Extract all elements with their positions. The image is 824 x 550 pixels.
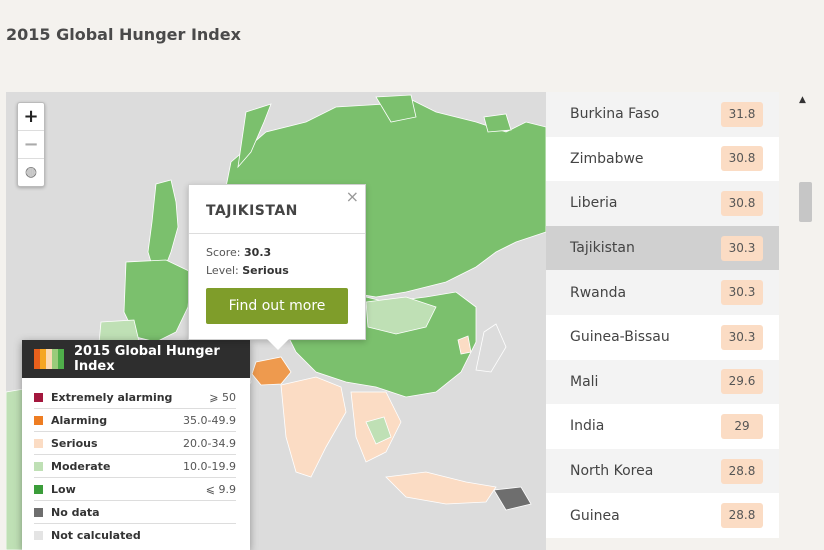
legend-item: Alarming 35.0-49.9 xyxy=(34,409,236,432)
page-title: 2015 Global Hunger Index xyxy=(6,25,241,44)
country-name: Burkina Faso xyxy=(570,106,660,123)
country-list-item[interactable]: Mali 29.6 xyxy=(546,359,779,405)
country-name: Zimbabwe xyxy=(570,150,644,167)
zoom-out-button[interactable]: − xyxy=(18,131,44,159)
score-badge: 30.8 xyxy=(721,146,763,172)
popup-country-name: TAJIKISTAN xyxy=(189,185,365,234)
score-badge: 28.8 xyxy=(721,503,763,529)
legend-item: Not calculated xyxy=(34,524,236,546)
legend-item: Extremely alarming ⩾ 50 xyxy=(34,386,236,409)
score-badge: 29.6 xyxy=(721,369,763,395)
legend-swatch xyxy=(34,507,43,517)
score-badge: 29 xyxy=(721,413,763,439)
country-name: Guinea-Bissau xyxy=(570,329,670,346)
popup-score-label: Score: xyxy=(206,246,241,259)
legend-item: Serious 20.0-34.9 xyxy=(34,432,236,455)
country-name: Liberia xyxy=(570,195,618,212)
popup-level-value: Serious xyxy=(242,264,289,277)
legend-range: ⩽ 9.9 xyxy=(205,482,236,496)
legend-label: Extremely alarming xyxy=(51,390,173,404)
score-badge: 30.3 xyxy=(721,280,763,306)
legend-label: Alarming xyxy=(51,413,108,427)
legend-label: Serious xyxy=(51,436,98,450)
popup-level: Level: Serious xyxy=(189,262,365,280)
country-list-item[interactable]: Guinea-Bissau 30.3 xyxy=(546,314,779,360)
country-list-item[interactable]: North Korea 28.8 xyxy=(546,448,779,494)
scroll-up-icon[interactable]: ▲ xyxy=(799,95,806,105)
legend-range: ⩾ 50 xyxy=(209,390,236,404)
country-name: Rwanda xyxy=(570,284,627,301)
zoom-in-button[interactable]: + xyxy=(18,103,44,131)
globe-icon[interactable]: ◍ xyxy=(18,159,44,186)
country-list-item[interactable]: Rwanda 30.3 xyxy=(546,270,779,315)
find-out-more-button[interactable]: Find out more xyxy=(206,288,348,324)
region-japan[interactable] xyxy=(475,323,507,373)
logo-stripe xyxy=(58,349,64,369)
legend-panel: 2015 Global Hunger Index Extremely alarm… xyxy=(22,340,250,550)
zoom-control: + − ◍ xyxy=(17,102,45,187)
score-badge: 28.8 xyxy=(721,458,763,484)
legend-swatch xyxy=(34,530,43,540)
legend-header: 2015 Global Hunger Index xyxy=(22,340,250,378)
legend-range: 10.0-19.9 xyxy=(183,459,236,473)
region-india[interactable] xyxy=(280,376,347,478)
popup-level-label: Level: xyxy=(206,264,239,277)
legend-label: Moderate xyxy=(51,459,111,473)
score-badge: 30.3 xyxy=(721,235,763,261)
score-badge: 30.8 xyxy=(721,190,763,216)
legend-item: Low ⩽ 9.9 xyxy=(34,478,236,501)
country-list-item[interactable]: Tajikistan 30.3 xyxy=(546,225,779,271)
popup-score-value: 30.3 xyxy=(244,246,272,259)
country-name: Tajikistan xyxy=(570,240,635,257)
legend-range: 20.0-34.9 xyxy=(183,436,236,450)
legend-title: 2015 Global Hunger Index xyxy=(74,344,220,374)
country-name: North Korea xyxy=(570,463,654,480)
country-popup: × TAJIKISTAN Score: 30.3 Level: Serious … xyxy=(188,184,366,350)
legend-swatch xyxy=(34,461,43,471)
legend-range: 35.0-49.9 xyxy=(183,413,236,427)
ghi-logo-icon xyxy=(34,349,64,369)
region-arctic-island-east[interactable] xyxy=(483,113,512,133)
score-badge: 31.8 xyxy=(721,101,763,127)
legend-label: Low xyxy=(51,482,76,496)
score-badge: 30.3 xyxy=(721,324,763,350)
country-list-item[interactable]: Burkina Faso 31.8 xyxy=(546,92,779,137)
country-ranking-list[interactable]: Burkina Faso 31.8 Zimbabwe 30.8 Liberia 30.8 T… xyxy=(546,92,779,550)
popup-score: Score: 30.3 xyxy=(189,244,365,262)
scroll-thumb[interactable] xyxy=(799,182,812,222)
close-icon[interactable]: × xyxy=(346,187,359,206)
country-list-item[interactable]: Liberia 30.8 xyxy=(546,181,779,226)
legend-swatch xyxy=(34,484,43,494)
legend-item: Moderate 10.0-19.9 xyxy=(34,455,236,478)
legend-list: Extremely alarming ⩾ 50 Alarming 35.0-49.9 S… xyxy=(22,378,250,546)
legend-swatch xyxy=(34,415,43,425)
region-tajikistan[interactable] xyxy=(251,356,292,386)
legend-swatch xyxy=(34,392,43,402)
country-list-item[interactable]: Guinea 28.8 xyxy=(546,493,779,538)
region-indonesia[interactable] xyxy=(385,471,497,505)
country-name: India xyxy=(570,418,605,435)
country-list-item[interactable]: Zimbabwe 30.8 xyxy=(546,136,779,182)
country-name: Guinea xyxy=(570,507,620,524)
country-name: Mali xyxy=(570,373,599,390)
country-list-item[interactable]: India 29 xyxy=(546,404,779,449)
legend-label: No data xyxy=(51,505,100,519)
region-scandinavia[interactable] xyxy=(147,179,179,273)
region-papua[interactable] xyxy=(493,486,532,511)
legend-item: No data xyxy=(34,501,236,524)
list-scrollbar[interactable]: ▲ xyxy=(796,92,816,550)
legend-swatch xyxy=(34,438,43,448)
legend-label: Not calculated xyxy=(51,528,141,542)
